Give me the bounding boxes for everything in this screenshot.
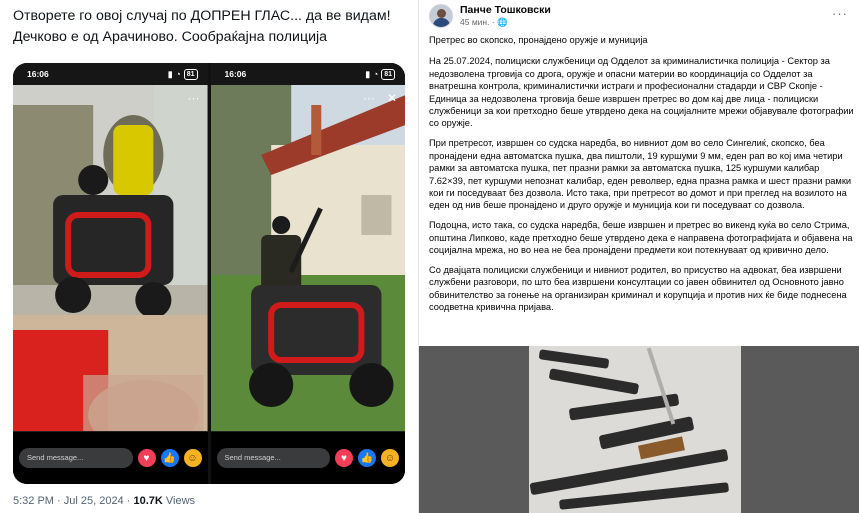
status-clock: 16:06 [224,69,247,79]
more-options-icon[interactable]: ··· [363,91,375,105]
post-body: Претрес во скопско, пронајдено оружје и … [429,34,857,321]
facebook-post: Панче Тошковски 45 мин. · 🌐 ··· Претрес … [418,0,860,513]
weapons-image [529,346,741,513]
like-reaction-icon[interactable]: 👍 [160,449,179,467]
post-paragraph: Подоцна, исто така, со судска наредба, б… [429,220,853,256]
post-header: Панче Тошковски 45 мин. · 🌐 [429,4,551,28]
globe-icon: 🌐 [497,17,508,27]
send-message-input[interactable]: Send message... [19,448,133,468]
tweet-card: Отворете го овој случај по ДОПРЕН ГЛАС..… [0,0,415,513]
story-photo-atv-house [210,85,405,431]
tweet-text: Отворете го овој случај по ДОПРЕН ГЛАС..… [13,8,391,45]
post-photo-weapons[interactable] [419,346,859,513]
tweet-timestamp[interactable]: 5:32 PM · Jul 25, 2024 · [13,495,133,507]
avatar[interactable] [429,4,453,28]
post-paragraph: При претресот, извршен со судска наредба… [429,138,852,211]
signal-icon: ▮ [365,68,371,79]
close-icon[interactable]: ✕ [387,91,397,105]
signal-icon: ▮ [167,68,173,79]
battery-icon: 81 [381,68,395,80]
tweet-metadata: 5:32 PM · Jul 25, 2024 · 10.7K Views [13,495,195,507]
emoji-reaction-icon[interactable]: ☺ [381,449,399,467]
wifi-icon: ◔ [175,69,181,79]
more-options-icon[interactable]: ··· [832,6,848,21]
post-time[interactable]: 45 мин. · [460,17,497,27]
screenshot-root: Отворете го овој случај по ДОПРЕН ГЛАС..… [0,0,860,513]
send-message-input[interactable]: Send message... [216,448,330,468]
emoji-reaction-icon[interactable]: ☺ [183,449,202,467]
story-screenshot-2[interactable]: 16:06 ▮ ◔ 81 ··· ✕ Send message... ♥ 👍 ☺ [210,63,405,484]
phone-status-bar: 16:06 ▮ ◔ 81 [13,63,208,85]
heart-reaction-icon[interactable]: ♥ [335,449,353,467]
status-clock: 16:06 [27,69,49,79]
post-author[interactable]: Панче Тошковски [460,4,551,16]
post-headline: Претрес во скопско, пронајдено оружје и … [429,35,648,45]
views-count: 10.7K [133,495,163,507]
battery-icon: 81 [183,68,198,80]
story-reply-bar: Send message... ♥ 👍 ☺ [13,432,208,484]
story-screenshot-1[interactable]: 16:06 ▮ ◔ 81 ··· Send message... ♥ 👍 ☺ [13,63,208,484]
post-paragraph: На 25.07.2024, полициски службеници од О… [429,56,854,129]
views-label: Views [162,495,196,507]
like-reaction-icon[interactable]: 👍 [358,449,376,467]
story-photo-atv-field [13,85,208,431]
story-reply-bar: Send message... ♥ 👍 ☺ [210,432,405,484]
phone-status-bar: 16:06 ▮ ◔ 81 [210,63,405,85]
heart-reaction-icon[interactable]: ♥ [137,449,156,467]
wifi-icon: ◔ [373,69,379,79]
post-paragraph: Со двајцата полициски службеници и нивни… [429,265,847,313]
more-options-icon[interactable]: ··· [188,91,200,105]
tweet-media[interactable]: 16:06 ▮ ◔ 81 ··· Send message... ♥ 👍 ☺ 1… [13,63,405,484]
